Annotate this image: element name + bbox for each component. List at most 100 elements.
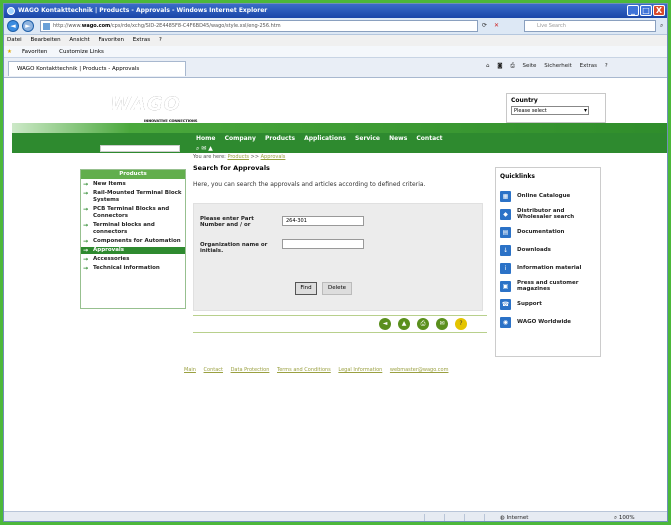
close-button[interactable]: X: [653, 5, 665, 16]
sidebar-item-automation[interactable]: Components for Automation: [81, 238, 185, 245]
organization-input[interactable]: [282, 239, 364, 249]
footer-webmaster[interactable]: webmaster@wago.com: [390, 367, 449, 373]
sidebar-item-approvals[interactable]: Approvals: [81, 247, 185, 254]
maximize-button[interactable]: □: [640, 5, 652, 16]
page-actions: ◄ ▲ ⎙ ✉ ?: [379, 318, 467, 330]
quicklink-online-catalogue[interactable]: ▦ Online Catalogue: [500, 190, 596, 202]
favorites-star-icon[interactable]: ★: [7, 49, 12, 55]
extras-menu[interactable]: Extras: [580, 63, 597, 69]
nav-products[interactable]: Products: [265, 135, 295, 142]
country-selector: Country Please select: [506, 93, 606, 123]
documentation-icon: ▤: [500, 226, 511, 238]
back-arrow-icon[interactable]: ◄: [379, 318, 391, 330]
address-field[interactable]: http://www.wago.com/cps/rde/xchg/SID-2E4…: [40, 20, 478, 32]
sitemap-icon[interactable]: ▲: [208, 145, 213, 152]
menu-favoriten[interactable]: Favoriten: [98, 37, 123, 43]
search-icon[interactable]: ⌕: [660, 20, 663, 32]
breadcrumb-approvals[interactable]: Approvals: [261, 154, 286, 160]
sidebar-item-new-items[interactable]: New Items: [81, 181, 185, 188]
customize-links[interactable]: Customize Links: [59, 49, 104, 55]
quicklinks-header: Quicklinks: [500, 173, 535, 180]
page-description: Here, you can search the approvals and a…: [193, 181, 426, 188]
press-icon: ▣: [500, 280, 511, 292]
footer-terms[interactable]: Terms and Conditions: [277, 367, 331, 373]
quicklink-downloads[interactable]: ↓ Downloads: [500, 244, 596, 256]
sidebar-item-terminal-blocks[interactable]: Terminal blocks and connectors: [81, 222, 185, 236]
print-icon[interactable]: ⎙: [510, 63, 514, 69]
menu-datei[interactable]: Datei: [7, 37, 22, 43]
tab-wago-approvals[interactable]: WAGO Kontakttechnik | Products - Approva…: [8, 61, 186, 76]
menu-bar: Datei Bearbeiten Ansicht Favoriten Extra…: [4, 35, 667, 46]
footer-legal[interactable]: Legal Information: [338, 367, 382, 373]
sidebar-item-accessories[interactable]: Accessories: [81, 256, 185, 263]
help-circle-icon[interactable]: ?: [455, 318, 467, 330]
distributor-icon: ◆: [500, 208, 511, 220]
security-zone: ◍ Internet: [500, 515, 529, 521]
quicklink-documentation[interactable]: ▤ Documentation: [500, 226, 596, 238]
menu-extras[interactable]: Extras: [133, 37, 150, 43]
back-button[interactable]: ◄: [7, 20, 19, 32]
globe-icon: ◉: [500, 316, 511, 328]
menu-bearbeiten[interactable]: Bearbeiten: [30, 37, 60, 43]
help-icon[interactable]: ?: [605, 63, 608, 69]
breadcrumb: You are here: Products >> Approvals: [193, 154, 286, 160]
divider: [193, 332, 487, 333]
search-go-icon[interactable]: ⌕: [196, 145, 199, 152]
part-number-input[interactable]: 264-301: [282, 216, 364, 226]
organization-label: Organization name or initials.: [200, 242, 268, 254]
footer-data-protection[interactable]: Data Protection: [231, 367, 270, 373]
nav-company[interactable]: Company: [225, 135, 256, 142]
nav-applications[interactable]: Applications: [304, 135, 346, 142]
sub-nav: ⌕ ✉ ▲: [12, 144, 667, 153]
information-icon: i: [500, 262, 511, 274]
status-bar: ◍ Internet ⌕ 100%: [4, 511, 667, 521]
menu-ansicht[interactable]: Ansicht: [69, 37, 89, 43]
download-icon: ↓: [500, 244, 511, 256]
breadcrumb-products[interactable]: Products: [227, 154, 249, 160]
sidebar-item-pcb[interactable]: PCB Terminal Blocks and Connectors: [81, 206, 185, 220]
favorites-bar: ★ Favoriten Customize Links: [4, 46, 667, 58]
delete-button[interactable]: Delete: [322, 282, 352, 295]
page-title: Search for Approvals: [193, 164, 270, 172]
address-toolbar: ◄ ► http://www.wago.com/cps/rde/xchg/SID…: [4, 18, 667, 35]
stop-icon[interactable]: ✕: [494, 20, 499, 32]
forward-button[interactable]: ►: [22, 20, 34, 32]
site-search-input[interactable]: [100, 145, 180, 152]
refresh-icon[interactable]: ⟳: [482, 20, 487, 32]
quicklink-information[interactable]: i Information material: [500, 262, 596, 274]
wago-logo[interactable]: WAGO INNOVATIVE CONNECTIONS: [101, 91, 199, 123]
security-menu[interactable]: Sicherheit: [544, 63, 572, 69]
top-arrow-icon[interactable]: ▲: [398, 318, 410, 330]
mail-icon[interactable]: ✉: [201, 145, 206, 152]
nav-home[interactable]: Home: [196, 135, 215, 142]
sidebar-item-technical[interactable]: Technical information: [81, 265, 185, 272]
feeds-icon[interactable]: ◙: [497, 63, 502, 69]
country-select[interactable]: Please select: [511, 106, 589, 115]
page-menu[interactable]: Seite: [523, 63, 537, 69]
email-page-icon[interactable]: ✉: [436, 318, 448, 330]
menu-help[interactable]: ?: [159, 37, 162, 43]
search-input[interactable]: Live Search: [524, 20, 656, 32]
find-button[interactable]: Find: [295, 282, 317, 295]
quicklinks-panel: Quicklinks ▦ Online Catalogue ◆ Distributo…: [495, 167, 601, 357]
approval-search-form: Please enter Part Number and / or 264-30…: [193, 203, 483, 311]
quicklink-worldwide[interactable]: ◉ WAGO Worldwide: [500, 316, 596, 328]
country-label: Country: [511, 97, 538, 104]
quicklink-press[interactable]: ▣ Press and customer magazines: [500, 280, 596, 292]
nav-contact[interactable]: Contact: [416, 135, 442, 142]
sidebar-item-rail-mounted[interactable]: Rail-Mounted Terminal Block Systems: [81, 190, 185, 204]
header-band: [12, 123, 667, 133]
home-icon[interactable]: ⌂: [486, 63, 490, 69]
favorites-button[interactable]: Favoriten: [22, 49, 47, 55]
footer-main[interactable]: Main: [184, 367, 196, 373]
footer-contact[interactable]: Contact: [204, 367, 223, 373]
zoom-control[interactable]: ⌕ 100%: [614, 512, 635, 521]
print-page-icon[interactable]: ⎙: [417, 318, 429, 330]
nav-service[interactable]: Service: [355, 135, 380, 142]
quicklink-distributor[interactable]: ◆ Distributor and Wholesaler search: [500, 208, 596, 220]
catalogue-icon: ▦: [500, 190, 511, 202]
minimize-button[interactable]: _: [627, 5, 639, 16]
page-icon: [43, 23, 50, 30]
quicklink-support[interactable]: ☎ Support: [500, 298, 596, 310]
nav-news[interactable]: News: [389, 135, 407, 142]
